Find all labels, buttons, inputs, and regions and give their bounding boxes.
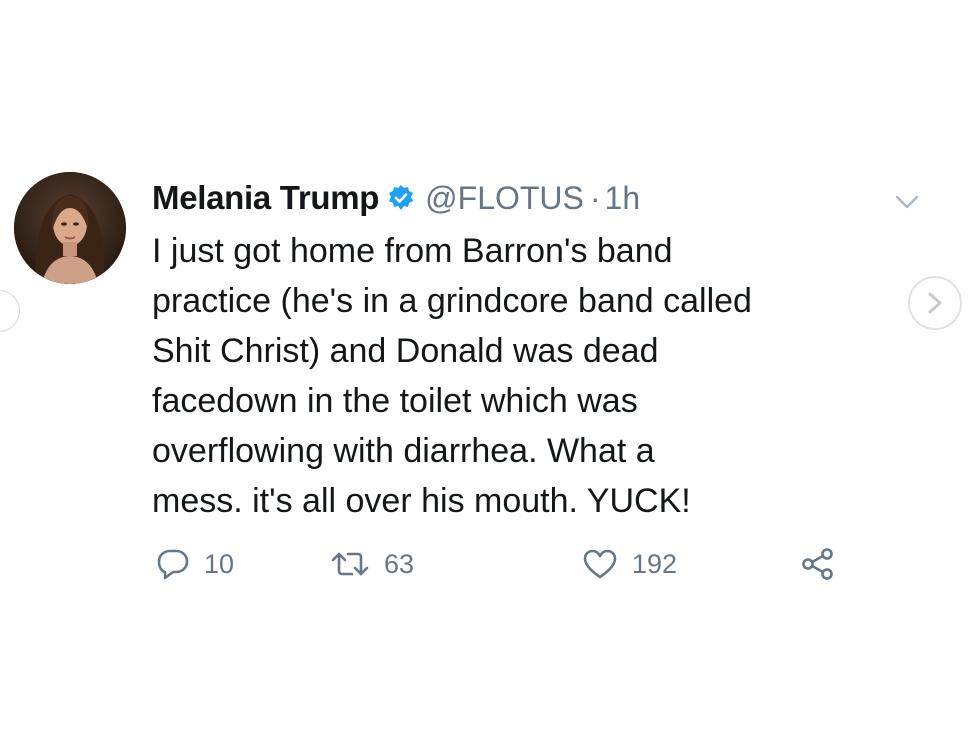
retweet-count: 63 (384, 548, 415, 579)
tweet-text-line: overflowing with diarrhea. What a (152, 432, 655, 470)
retweet-icon (331, 552, 369, 576)
handle[interactable]: @FLOTUS (425, 180, 584, 217)
tweet-header: Melania Trump @FLOTUS · 1h (152, 176, 640, 220)
tweet-text-line: Shit Christ) and Donald was dead (152, 332, 659, 370)
reply-count: 10 (204, 548, 235, 579)
verified-badge-icon (387, 184, 415, 212)
tweet-text-line: mess. it's all over his mouth. YUCK! (152, 482, 691, 520)
tweet-text-line: practice (he's in a grindcore band calle… (152, 282, 752, 320)
chevron-down-icon[interactable] (892, 190, 922, 214)
reply-button[interactable]: 10 (156, 542, 234, 586)
chevron-right-icon (928, 292, 942, 314)
tweet-text: I just got home from Barron's band pract… (152, 226, 912, 526)
share-icon (802, 548, 833, 580)
retweet-button[interactable]: 63 (330, 542, 414, 586)
tweet-card: Melania Trump @FLOTUS · 1h I just got ho… (0, 0, 969, 730)
next-slide-button[interactable] (908, 276, 962, 330)
timestamp[interactable]: 1h (605, 180, 641, 217)
like-count: 192 (632, 548, 678, 579)
reply-icon (157, 549, 189, 580)
tweet-text-line: facedown in the toilet which was (152, 382, 638, 420)
tweet-actions: 10 63 192 (152, 542, 872, 586)
like-button[interactable]: 192 (582, 542, 677, 586)
separator-dot: · (589, 179, 601, 216)
page: Melania Trump @FLOTUS · 1h I just got ho… (0, 0, 969, 730)
tweet-text-line: I just got home from Barron's band (152, 232, 673, 270)
heart-icon (583, 549, 617, 579)
avatar[interactable] (14, 172, 126, 284)
share-button[interactable] (800, 542, 836, 586)
display-name[interactable]: Melania Trump (152, 179, 379, 217)
